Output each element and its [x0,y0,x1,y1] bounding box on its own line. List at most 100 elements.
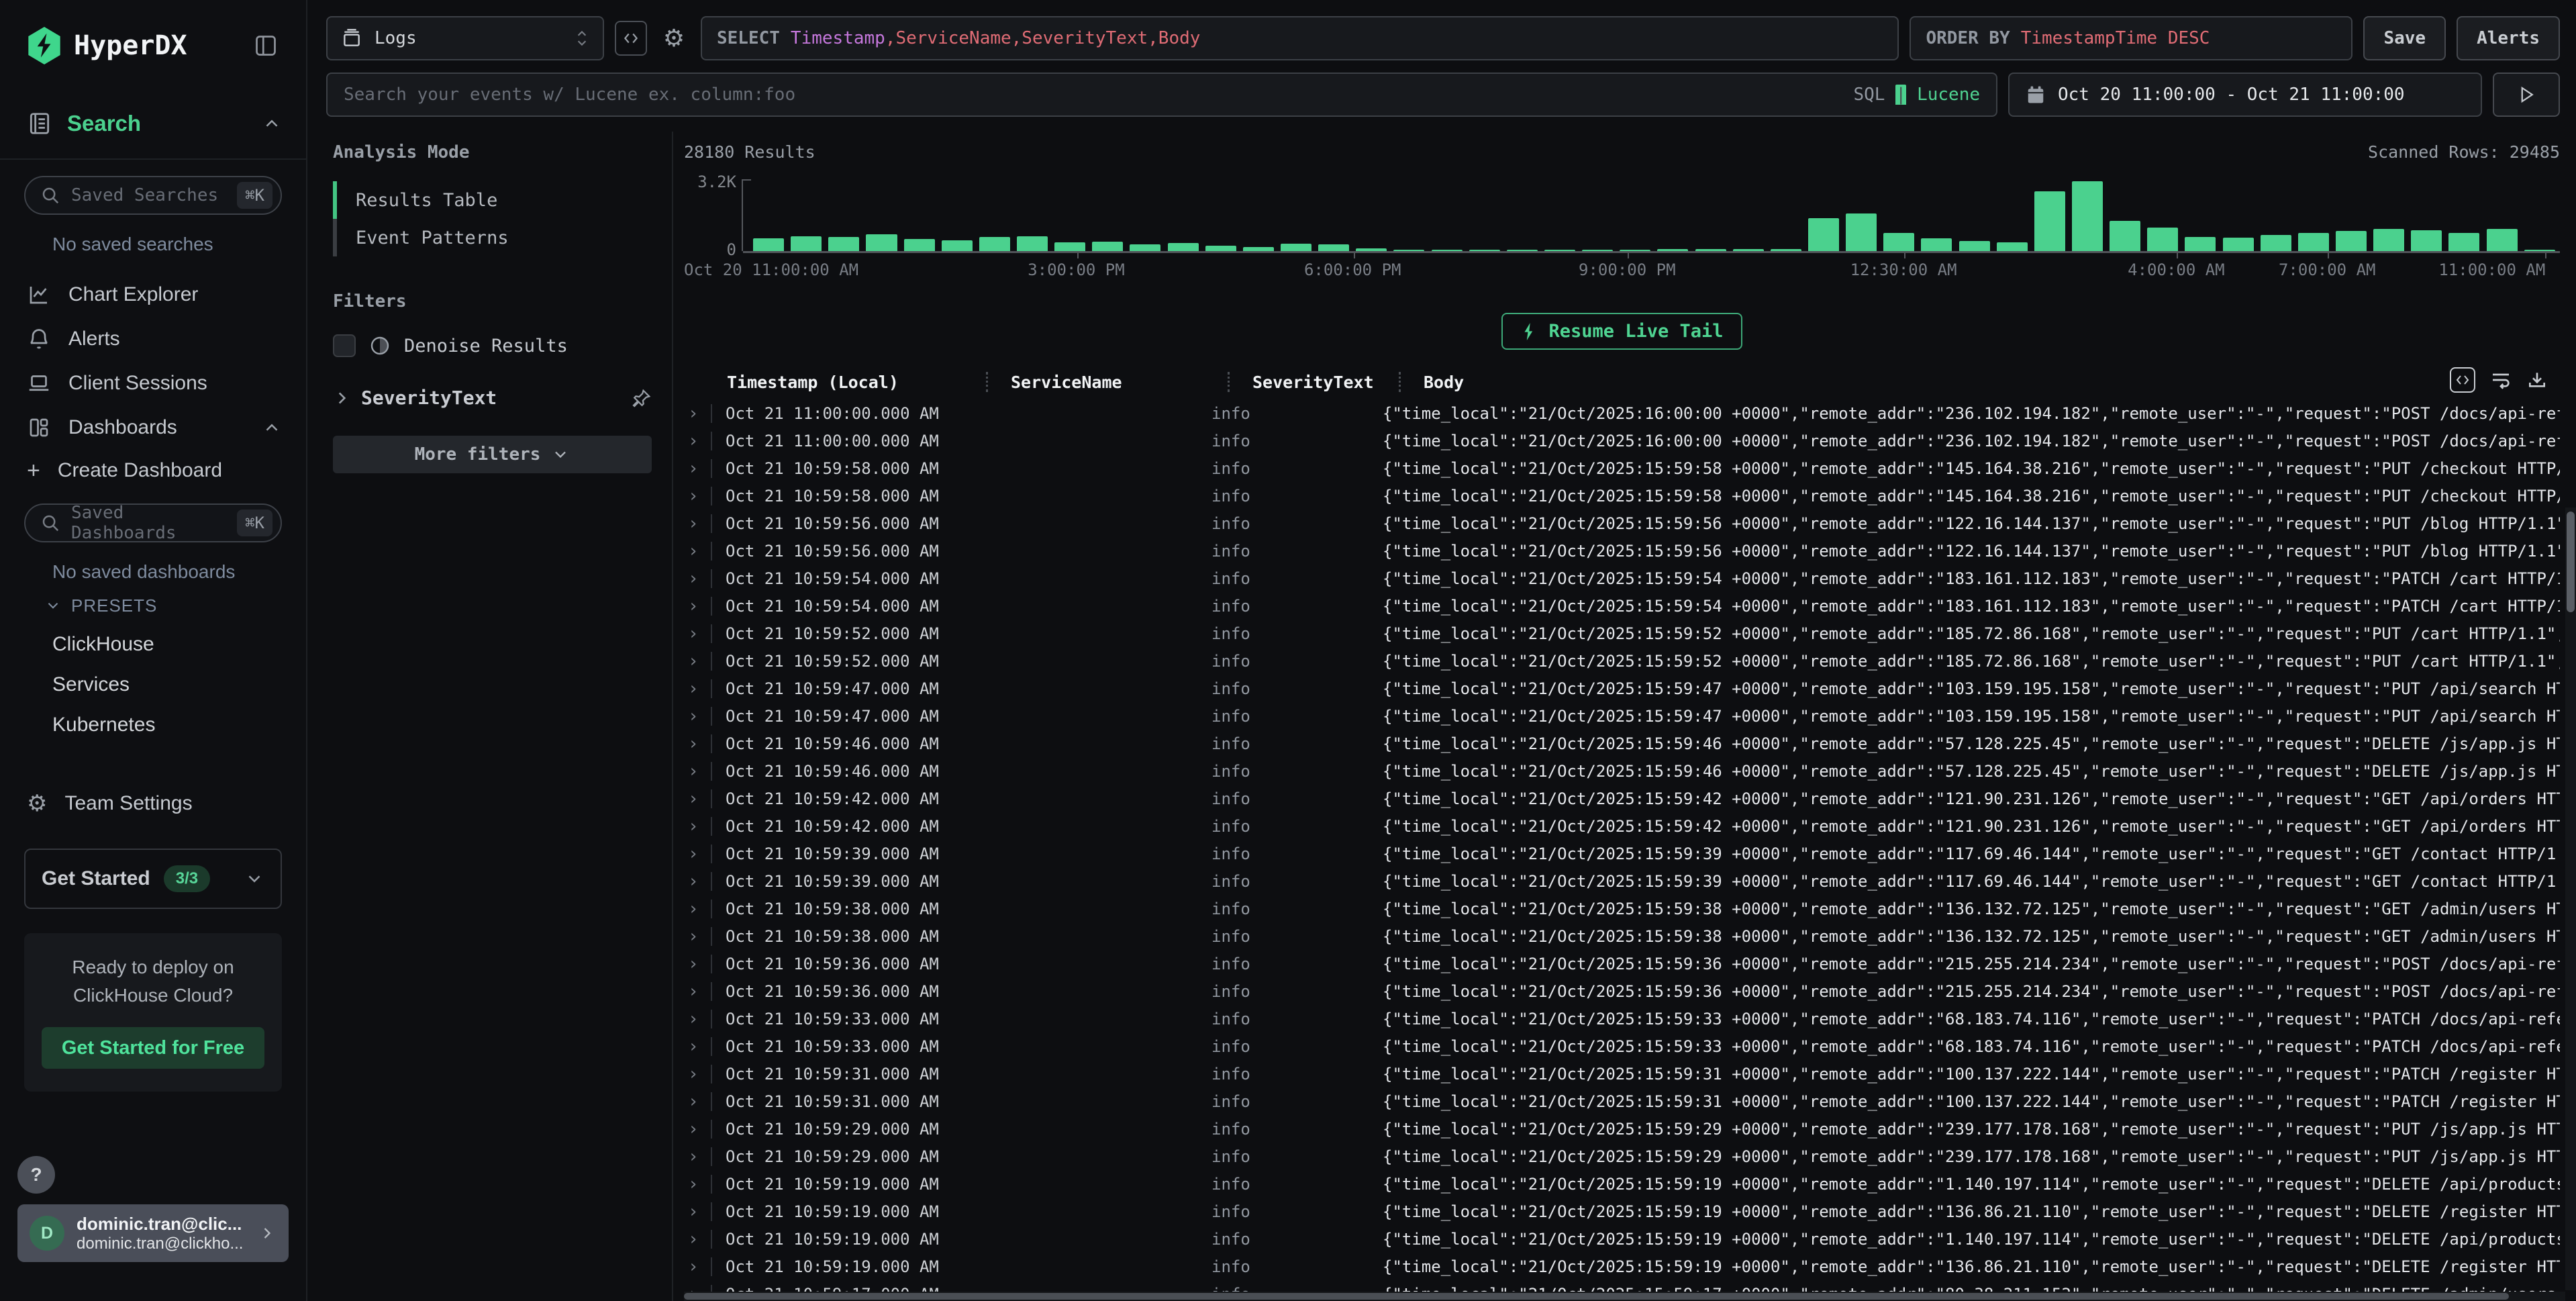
row-expand-chevron[interactable]: › [684,431,711,451]
histogram-bar[interactable] [1281,244,1311,251]
tab-event-patterns[interactable]: Event Patterns [333,219,652,256]
saved-searches-input[interactable]: Saved Searches ⌘K [24,176,282,215]
histogram-bar[interactable] [2110,221,2140,251]
table-row[interactable]: ›Oct 21 10:59:38.000 AMinfo{"time_local"… [684,922,2560,950]
sidebar-item-team-settings[interactable]: ⚙ Team Settings [0,781,306,826]
preset-item-clickhouse[interactable]: ClickHouse [0,624,306,665]
histogram-bar[interactable] [791,236,822,251]
code-view-button[interactable] [615,21,647,56]
table-row[interactable]: ›Oct 21 10:59:19.000 AMinfo{"time_local"… [684,1198,2560,1225]
table-row[interactable]: ›Oct 21 10:59:47.000 AMinfo{"time_local"… [684,675,2560,702]
presets-toggle[interactable]: PRESETS [0,587,306,624]
row-expand-chevron[interactable]: › [684,1229,711,1249]
table-row[interactable]: ›Oct 21 10:59:29.000 AMinfo{"time_local"… [684,1143,2560,1170]
pin-icon[interactable] [632,388,652,408]
histogram-bar[interactable] [979,237,1010,251]
raw-json-view-button[interactable] [2450,367,2475,393]
row-expand-chevron[interactable]: › [684,541,711,561]
histogram-bar[interactable] [828,237,859,251]
row-expand-chevron[interactable]: › [684,486,711,506]
sidebar-item-client-sessions[interactable]: Client Sessions [0,361,306,405]
get-started-toggle[interactable]: Get Started 3/3 [24,849,282,909]
order-by-input[interactable]: ORDER BY TimestampTime DESC [1910,16,2352,60]
row-expand-chevron[interactable]: › [684,981,711,1002]
histogram-bar[interactable] [2185,237,2216,251]
table-row[interactable]: ›Oct 21 11:00:00.000 AMinfo{"time_local"… [684,427,2560,454]
row-expand-chevron[interactable]: › [684,403,711,424]
row-expand-chevron[interactable]: › [684,954,711,974]
table-row[interactable]: ›Oct 21 10:59:46.000 AMinfo{"time_local"… [684,730,2560,757]
table-row[interactable]: ›Oct 21 11:00:00.000 AMinfo{"time_local"… [684,399,2560,427]
table-row[interactable]: ›Oct 21 10:59:42.000 AMinfo{"time_local"… [684,785,2560,812]
table-row[interactable]: ›Oct 21 10:59:39.000 AMinfo{"time_local"… [684,840,2560,867]
histogram-bar[interactable] [1130,244,1160,251]
sidebar-collapse-icon[interactable] [250,28,282,63]
table-row[interactable]: ›Oct 21 10:59:19.000 AMinfo{"time_local"… [684,1225,2560,1253]
chart-bars[interactable] [750,179,2559,251]
table-row[interactable]: ›Oct 21 10:59:54.000 AMinfo{"time_local"… [684,592,2560,620]
column-resize-handle[interactable] [1399,372,1401,392]
column-resize-handle[interactable] [1228,372,1230,392]
row-expand-chevron[interactable]: › [684,1119,711,1139]
save-button[interactable]: Save [2363,16,2446,60]
column-header-severitytext[interactable]: SeverityText [1228,372,1399,392]
histogram-bar[interactable] [2147,228,2178,251]
row-expand-chevron[interactable]: › [684,706,711,726]
column-header-timestamp[interactable]: Timestamp (Local) [727,373,986,392]
histogram-bar[interactable] [1808,218,1839,251]
row-expand-chevron[interactable]: › [684,514,711,534]
row-expand-chevron[interactable]: › [684,899,711,919]
histogram-bar[interactable] [1846,213,1877,251]
histogram-bar[interactable] [1092,242,1123,251]
run-query-button[interactable] [2493,73,2560,117]
text-wrap-button[interactable] [2490,369,2512,391]
histogram-bar[interactable] [2072,181,2103,251]
histogram-bar[interactable] [942,240,973,251]
table-row[interactable]: ›Oct 21 10:59:54.000 AMinfo{"time_local"… [684,565,2560,592]
alerts-button[interactable]: Alerts [2457,16,2560,60]
table-row[interactable]: ›Oct 21 10:59:29.000 AMinfo{"time_local"… [684,1115,2560,1143]
lucene-mode-toggle[interactable]: Lucene [1917,85,1980,105]
histogram-bar[interactable] [753,238,784,251]
table-row[interactable]: ›Oct 21 10:59:46.000 AMinfo{"time_local"… [684,757,2560,785]
table-row[interactable]: ›Oct 21 10:59:33.000 AMinfo{"time_local"… [684,1005,2560,1032]
row-expand-chevron[interactable]: › [684,1092,711,1112]
row-expand-chevron[interactable]: › [684,1064,711,1084]
get-started-free-button[interactable]: Get Started for Free [42,1027,264,1069]
histogram-bar[interactable] [1168,243,1199,251]
sidebar-item-search[interactable]: Search [0,103,306,144]
histogram-bar[interactable] [904,239,935,251]
row-expand-chevron[interactable]: › [684,1147,711,1167]
histogram-bar[interactable] [2336,231,2367,251]
table-row[interactable]: ›Oct 21 10:59:33.000 AMinfo{"time_local"… [684,1032,2560,1060]
preset-item-kubernetes[interactable]: Kubernetes [0,705,306,745]
table-row[interactable]: ›Oct 21 10:59:36.000 AMinfo{"time_local"… [684,977,2560,1005]
preset-item-services[interactable]: Services [0,665,306,705]
row-expand-chevron[interactable]: › [684,789,711,809]
source-select[interactable]: Logs [326,16,604,60]
horizontal-scrollbar[interactable] [684,1292,2565,1301]
table-row[interactable]: ›Oct 21 10:59:39.000 AMinfo{"time_local"… [684,867,2560,895]
histogram-bar[interactable] [2034,191,2065,251]
tab-results-table[interactable]: Results Table [333,181,652,219]
histogram-bar[interactable] [866,234,897,251]
select-columns-input[interactable]: SELECT Timestamp ,ServiceName,SeverityTe… [701,16,1899,60]
histogram-bar[interactable] [1921,238,1952,251]
column-resize-handle[interactable] [986,372,988,392]
vertical-scrollbar-thumb[interactable] [2567,512,2575,612]
sql-mode-toggle[interactable]: SQL [1853,85,1885,105]
row-expand-chevron[interactable]: › [684,871,711,892]
row-expand-chevron[interactable]: › [684,651,711,671]
more-filters-button[interactable]: More filters [333,436,652,473]
table-row[interactable]: ›Oct 21 10:59:58.000 AMinfo{"time_local"… [684,454,2560,482]
table-row[interactable]: ›Oct 21 10:59:31.000 AMinfo{"time_local"… [684,1088,2560,1115]
user-menu[interactable]: D dominic.tran@clic... dominic.tran@clic… [17,1204,289,1262]
histogram-bar[interactable] [2298,233,2329,251]
histogram-bar[interactable] [2487,229,2518,251]
row-expand-chevron[interactable]: › [684,596,711,616]
histogram-bar[interactable] [2261,235,2291,251]
sidebar-item-dashboards[interactable]: Dashboards [0,405,306,450]
resume-live-tail-button[interactable]: Resume Live Tail [1501,313,1742,350]
help-button[interactable]: ? [17,1156,55,1194]
row-expand-chevron[interactable]: › [684,926,711,947]
